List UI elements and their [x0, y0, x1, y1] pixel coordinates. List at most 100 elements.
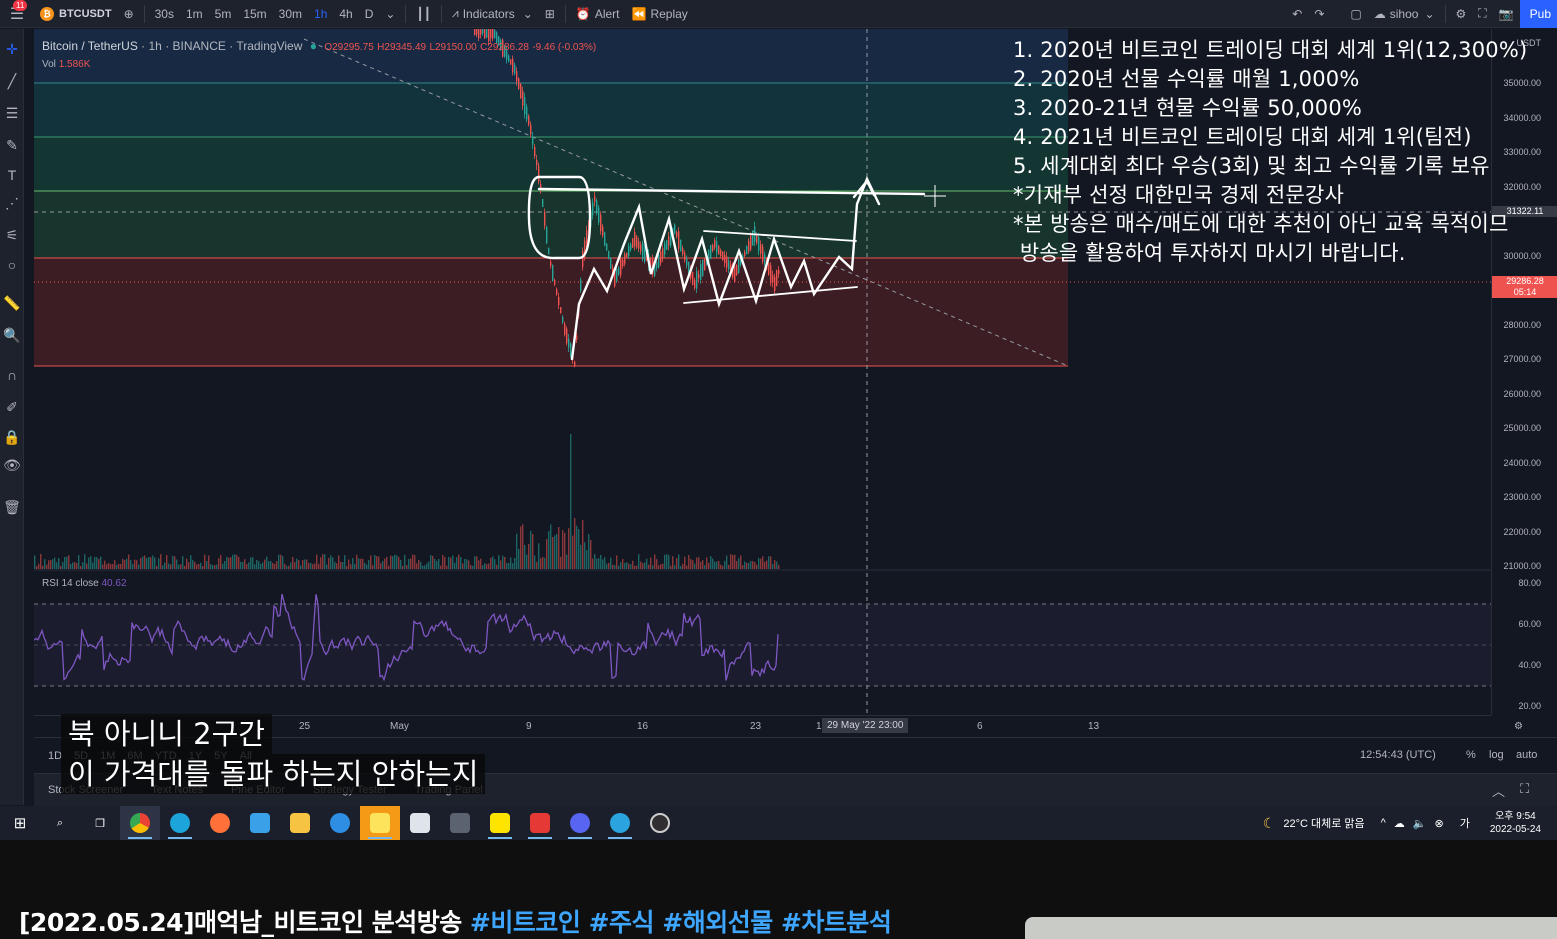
timeframe-button[interactable]: 5m: [209, 0, 238, 28]
compare-button[interactable]: ⊕: [118, 0, 140, 28]
weather-label[interactable]: 22°C 대체로 맑음: [1283, 815, 1364, 831]
user-layout-button[interactable]: ☁ sihoo ⌄: [1368, 0, 1441, 28]
volume-bar: [532, 533, 534, 569]
volume-bar: [74, 561, 76, 569]
task-view-button[interactable]: ❐: [80, 806, 120, 840]
utc-clock[interactable]: 12:54:43 (UTC): [1360, 749, 1436, 761]
volume-bar: [158, 558, 160, 569]
axis-settings-button[interactable]: ⚙: [1514, 721, 1523, 732]
delete-tool[interactable]: 🗑: [0, 495, 24, 519]
chrome-app[interactable]: [120, 806, 160, 840]
taskbar-clock[interactable]: 오후 9:54 2022-05-24: [1490, 810, 1541, 836]
volume-bar: [328, 557, 330, 569]
lock-tool[interactable]: 🔒: [0, 425, 24, 449]
timeframe-button[interactable]: 15m: [237, 0, 272, 28]
replay-button[interactable]: ⏪ Replay: [626, 0, 694, 28]
brush-tool[interactable]: ✎: [0, 133, 24, 157]
auto-toggle[interactable]: auto: [1516, 749, 1537, 761]
zoom-tool[interactable]: 🔍: [0, 323, 24, 347]
volume-bar: [510, 557, 512, 569]
range-button[interactable]: 1D: [48, 750, 62, 762]
settings-button[interactable]: ⚙: [1450, 0, 1473, 28]
volume-bar: [592, 558, 594, 569]
sticky-notes-app[interactable]: [360, 806, 400, 840]
timeframe-button[interactable]: 30s: [149, 0, 180, 28]
fullscreen-button[interactable]: ⛶: [1472, 0, 1492, 28]
kakaotalk-app[interactable]: [480, 806, 520, 840]
close-circle-icon[interactable]: ⊗: [1435, 817, 1444, 830]
volume-bar: [646, 558, 648, 569]
timeframe-button[interactable]: 1m: [180, 0, 209, 28]
undo-button[interactable]: ↶: [1286, 0, 1308, 28]
red-app[interactable]: [520, 806, 560, 840]
ie-app[interactable]: [320, 806, 360, 840]
timeframe-dropdown[interactable]: ⌄: [379, 0, 401, 28]
chevron-up-icon[interactable]: ^: [1381, 817, 1386, 829]
crosshair-tool[interactable]: ✛: [0, 37, 24, 61]
candle-body: [566, 328, 568, 344]
paint-app[interactable]: [400, 806, 440, 840]
pattern-tool[interactable]: ⋰: [0, 191, 24, 215]
hashtag[interactable]: #차트분석: [781, 908, 892, 937]
chart-style-button[interactable]: ┃┃: [410, 0, 436, 28]
timeframe-button[interactable]: 30m: [273, 0, 308, 28]
discord-app[interactable]: [560, 806, 600, 840]
trendline-tool[interactable]: ╱: [0, 69, 24, 93]
volume-icon[interactable]: 🔈: [1413, 817, 1427, 830]
calculator-app[interactable]: [440, 806, 480, 840]
video-title[interactable]: [2022.05.24]매억남_비트코인 분석방송 #비트코인 #주식 #해외선…: [19, 903, 892, 939]
ime-indicator[interactable]: 가: [1460, 815, 1470, 831]
network-icon[interactable]: ☁: [1394, 817, 1405, 830]
measure-tool[interactable]: 📏: [0, 291, 24, 315]
timeframe-button[interactable]: D: [359, 0, 380, 28]
volume-bar: [610, 557, 612, 569]
volume-bar: [578, 529, 580, 569]
file-explorer-app[interactable]: [280, 806, 320, 840]
timeframe-button[interactable]: 4h: [333, 0, 358, 28]
hashtag[interactable]: #비트코인: [470, 908, 581, 937]
edge-app[interactable]: [160, 806, 200, 840]
obs-app[interactable]: [640, 806, 680, 840]
menu-button[interactable]: ☰ 11: [0, 0, 34, 28]
volume-bar: [330, 555, 332, 569]
bird-app[interactable]: [240, 806, 280, 840]
symbol-search-button[interactable]: ₿ BTCUSDT: [34, 0, 118, 28]
log-toggle[interactable]: log: [1489, 749, 1504, 761]
volume-bar: [666, 554, 668, 569]
shapes-tool[interactable]: ○: [0, 253, 24, 277]
volume-bar: [618, 565, 620, 569]
hide-tool[interactable]: 👁: [0, 453, 24, 477]
firefox-app[interactable]: [200, 806, 240, 840]
templates-button[interactable]: ⊞: [539, 0, 561, 28]
alert-button[interactable]: ⏰ Alert: [570, 0, 626, 28]
snapshot-button[interactable]: 📷: [1493, 0, 1520, 28]
collapse-button[interactable]: ︿: [1492, 781, 1505, 800]
percent-toggle[interactable]: %: [1466, 749, 1476, 761]
fib-zone-2: [34, 83, 1068, 137]
fib-tool[interactable]: ☰: [0, 101, 24, 125]
indicators-button[interactable]: ⩘ Indicators ⌄: [446, 0, 539, 28]
hashtag[interactable]: #해외선물: [662, 908, 773, 937]
timeframe-button[interactable]: 1h: [308, 0, 333, 28]
hashtag[interactable]: #주식: [589, 908, 655, 937]
symbol-legend: Bitcoin / TetherUS · 1h · BINANCE · Trad…: [42, 39, 597, 53]
start-button[interactable]: ⊞: [0, 806, 40, 840]
rsi-legend: RSI 14 close 40.62: [42, 578, 127, 589]
text-tool[interactable]: T: [0, 163, 24, 187]
volume-bar: [410, 558, 412, 569]
volume-bar: [80, 565, 82, 569]
search-button[interactable]: ⌕: [40, 806, 80, 840]
telegram-app[interactable]: [600, 806, 640, 840]
time-tick: 1: [816, 721, 822, 732]
layout-button[interactable]: ▢: [1344, 0, 1367, 28]
redo-button[interactable]: ↷: [1308, 0, 1330, 28]
volume-bar: [734, 554, 736, 569]
magnet-tool[interactable]: ∩: [0, 363, 24, 387]
candle-body: [542, 199, 544, 207]
maximize-panel-button[interactable]: ⛶: [1520, 781, 1529, 797]
volume-bar: [322, 554, 324, 569]
stay-drawing-tool[interactable]: ✐: [0, 395, 24, 419]
volume-bar: [586, 550, 588, 569]
prediction-tool[interactable]: ⚟: [0, 223, 24, 247]
publish-button[interactable]: Pub: [1519, 0, 1557, 28]
